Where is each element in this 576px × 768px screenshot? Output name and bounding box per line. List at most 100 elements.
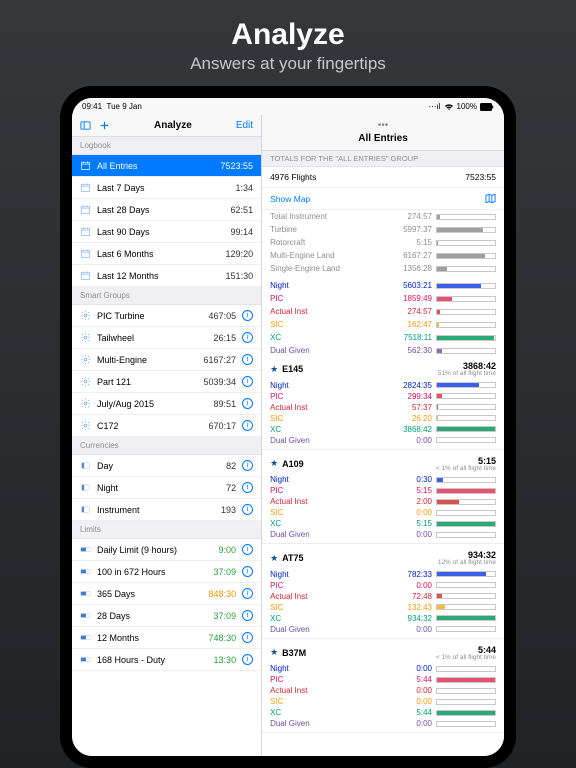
summary-bar (436, 532, 496, 538)
summary-row: Dual Given562:30 (262, 344, 504, 357)
list-item[interactable]: 168 Hours - Duty13:30i (72, 649, 261, 671)
more-icon[interactable]: ••• (262, 121, 504, 131)
info-icon[interactable]: i (242, 376, 253, 387)
summary-row: PIC0:00 (262, 580, 504, 591)
flights-row[interactable]: 4976 Flights 7523:55 (262, 167, 504, 188)
summary-label: XC (270, 708, 384, 717)
summary-row: XC 3868:42 (262, 424, 504, 435)
list-item[interactable]: 12 Months748:30i (72, 627, 261, 649)
list-item[interactable]: Instrument193i (72, 499, 261, 521)
info-icon[interactable]: i (242, 354, 253, 365)
list-item[interactable]: PIC Turbine467:05i (72, 305, 261, 327)
list-item[interactable]: 100 in 672 Hours37:09i (72, 561, 261, 583)
info-icon[interactable]: i (242, 610, 253, 621)
list-item[interactable]: Night72i (72, 477, 261, 499)
list-item[interactable]: Last 28 Days 62:51 (72, 199, 261, 221)
list-item[interactable]: July/Aug 201589:51i (72, 393, 261, 415)
row-value: 748:30 (209, 633, 237, 643)
flights-value: 7523:55 (465, 172, 496, 182)
row-icon (80, 354, 91, 365)
summary-value: 3868:42 (388, 425, 432, 434)
flights-label: 4976 Flights (270, 172, 316, 182)
show-map-row[interactable]: Show Map (262, 188, 504, 210)
info-icon[interactable]: i (242, 420, 253, 431)
summary-value: 0:00 (388, 664, 432, 673)
list-item[interactable]: Daily Limit (9 hours)9:00i (72, 539, 261, 561)
list-item[interactable]: Last 6 Months129:20 (72, 243, 261, 265)
group-header[interactable]: ★AT75934:3212% of all flight time (262, 546, 504, 569)
summary-label: XC (270, 333, 384, 342)
left-title: Analyze (154, 120, 192, 131)
info-icon[interactable]: i (242, 460, 253, 471)
info-icon[interactable]: i (242, 310, 253, 321)
row-icon (80, 610, 91, 621)
info-icon[interactable]: i (242, 588, 253, 599)
summary-bar (436, 699, 496, 705)
row-label: 28 Days (97, 611, 208, 621)
row-value: 62:51 (231, 205, 254, 215)
group-header[interactable]: ★B37M5:44< 1% of all flight time (262, 641, 504, 664)
status-battery: 100% (457, 102, 477, 111)
group-subtitle: < 1% of all flight time (436, 466, 496, 473)
summary-row: XC7518:11 (262, 331, 504, 344)
row-value: 151:30 (226, 271, 254, 281)
group-header[interactable]: ★A1095:15< 1% of all flight time (262, 452, 504, 475)
row-icon (80, 376, 91, 387)
list-item[interactable]: Part 1215039:34i (72, 371, 261, 393)
row-value: 99:14 (231, 227, 254, 237)
summary-row: Night2824:35 (262, 380, 504, 391)
info-icon[interactable]: i (242, 566, 253, 577)
list-item[interactable]: Day82i (72, 455, 261, 477)
summary-value: 5:15 (388, 519, 432, 528)
info-icon[interactable]: i (242, 398, 253, 409)
list-item[interactable]: Tailwheel26:15i (72, 327, 261, 349)
row-label: Last 28 Days (97, 205, 225, 215)
info-icon[interactable]: i (242, 632, 253, 643)
summary-row: Night0:30 (262, 474, 504, 485)
group-name: AT75 (282, 553, 434, 563)
summary-row: Actual Inst274:57 (262, 305, 504, 318)
info-icon[interactable]: i (242, 654, 253, 665)
edit-button[interactable]: Edit (236, 120, 253, 131)
summary-value: 782:33 (388, 570, 432, 579)
summary-bar (436, 393, 496, 399)
row-value: 467:05 (209, 311, 237, 321)
list-item[interactable]: Multi-Engine6167:27i (72, 349, 261, 371)
row-label: Last 6 Months (97, 249, 220, 259)
list-item[interactable]: Last 90 Days 99:14 (72, 221, 261, 243)
add-icon[interactable] (99, 120, 110, 131)
summary-row: XC934:32 (262, 613, 504, 624)
list-item[interactable]: C172670:17i (72, 415, 261, 437)
summary-label: PIC (270, 486, 384, 495)
list-item[interactable]: Last 12 Months151:30 (72, 265, 261, 287)
row-icon (80, 398, 91, 409)
info-icon[interactable]: i (242, 504, 253, 515)
row-value: 670:17 (209, 421, 237, 431)
list-item[interactable]: 365 Days848:30i (72, 583, 261, 605)
summary-value: 5:15 (388, 486, 432, 495)
summary-label: XC (270, 425, 384, 434)
summary-value: 5603:21 (388, 281, 432, 290)
totals-header: TOTALS FOR THE "ALL ENTRIES" GROUP (262, 151, 504, 167)
list-item[interactable]: All Entries7523:55 (72, 155, 261, 177)
summary-value: 0:00 (388, 581, 432, 590)
summary-value: 5:44 (388, 708, 432, 717)
info-icon[interactable]: i (242, 482, 253, 493)
summary-label: Night (270, 475, 384, 484)
sidebar-toggle-icon[interactable] (80, 120, 91, 131)
summary-bar (436, 266, 496, 272)
info-icon[interactable]: i (242, 332, 253, 343)
list-item[interactable]: Last 7 Days1:34 (72, 177, 261, 199)
summary-bar (436, 322, 496, 328)
group-total: 5:15 (436, 456, 496, 466)
row-label: Last 90 Days (97, 227, 225, 237)
group-subtitle: 51% of all flight time (438, 371, 496, 378)
row-value: 6167:27 (204, 355, 237, 365)
info-icon[interactable]: i (242, 544, 253, 555)
summary-row: PIC5:44 (262, 674, 504, 685)
group-header[interactable]: ★E1453868:4251% of all flight time (262, 357, 504, 380)
row-value: 5039:34 (204, 377, 237, 387)
summary-label: Night (270, 664, 384, 673)
summary-label: SIC (270, 320, 384, 329)
list-item[interactable]: 28 Days37:09i (72, 605, 261, 627)
